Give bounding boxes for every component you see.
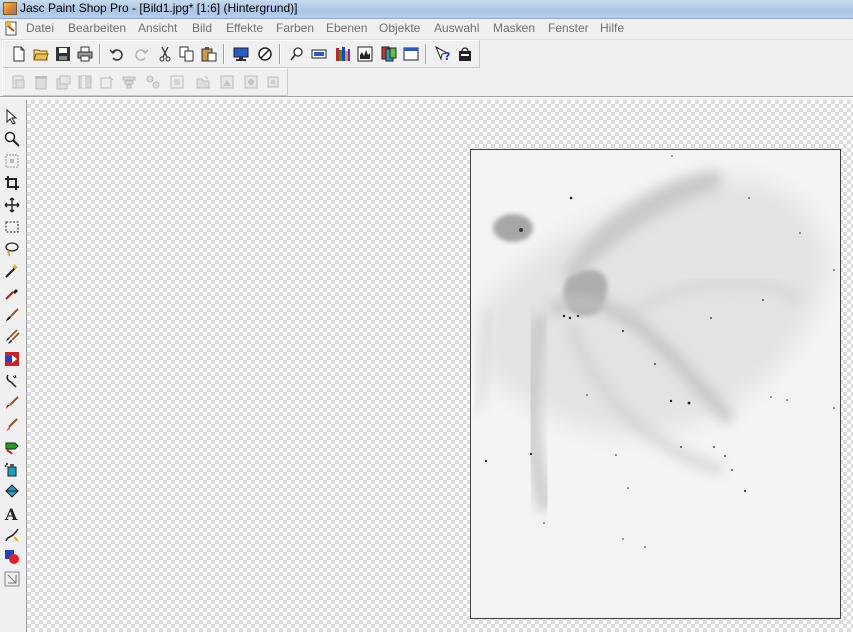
- web-tool-2-icon[interactable]: [31, 72, 51, 92]
- web-tool-9-icon[interactable]: [193, 72, 213, 92]
- object-selector-icon[interactable]: [2, 569, 22, 589]
- app-icon[interactable]: [3, 2, 17, 15]
- browse-icon[interactable]: [231, 44, 251, 64]
- redo-icon[interactable]: [131, 44, 151, 64]
- draw-icon[interactable]: [2, 525, 22, 545]
- text-icon[interactable]: A: [2, 503, 22, 523]
- histogram-icon[interactable]: [333, 44, 353, 64]
- arrow-icon[interactable]: [2, 107, 22, 127]
- paintbrush-icon[interactable]: [2, 305, 22, 325]
- copy-icon[interactable]: [177, 44, 197, 64]
- web-tool-1-icon[interactable]: [9, 72, 29, 92]
- web-tool-10-icon[interactable]: [217, 72, 237, 92]
- menu-fenster[interactable]: Fenster: [548, 21, 589, 35]
- zoom-icon[interactable]: [287, 44, 307, 64]
- menu-bild[interactable]: Bild: [192, 21, 212, 35]
- new-file-icon[interactable]: [9, 44, 29, 64]
- selection-icon[interactable]: [2, 217, 22, 237]
- dropper-icon[interactable]: [2, 283, 22, 303]
- menu-hilfe[interactable]: Hilfe: [600, 21, 624, 35]
- color-replacer-icon[interactable]: [2, 349, 22, 369]
- layer-palette-icon[interactable]: [379, 44, 399, 64]
- color-palette-icon[interactable]: [355, 44, 375, 64]
- web-tool-11-icon[interactable]: [241, 72, 261, 92]
- toolbar-separator: [425, 44, 427, 64]
- web-tool-3-icon[interactable]: [53, 72, 73, 92]
- menu-effekte[interactable]: Effekte: [226, 21, 263, 35]
- print-icon[interactable]: [75, 44, 95, 64]
- svg-text:?: ?: [444, 50, 450, 62]
- magic-wand-icon[interactable]: [2, 261, 22, 281]
- retouch-icon[interactable]: [2, 371, 22, 391]
- menu-farben[interactable]: Farben: [276, 21, 314, 35]
- web-tool-5-icon[interactable]: [97, 72, 117, 92]
- web-tool-7-icon[interactable]: [143, 72, 163, 92]
- window-title: Jasc Paint Shop Pro - [Bild1.jpg* [1:6] …: [20, 1, 298, 15]
- help-icon[interactable]: ?: [433, 44, 453, 64]
- menu-ansicht[interactable]: Ansicht: [138, 21, 177, 35]
- freehand-selection-icon[interactable]: [2, 239, 22, 259]
- deform-icon[interactable]: [2, 151, 22, 171]
- cut-icon[interactable]: [155, 44, 175, 64]
- shop-icon[interactable]: [455, 44, 475, 64]
- title-bar: Jasc Paint Shop Pro - [Bild1.jpg* [1:6] …: [0, 0, 853, 19]
- zoom-tool-icon[interactable]: [2, 129, 22, 149]
- menu-auswahl[interactable]: Auswahl: [434, 21, 479, 35]
- crop-icon[interactable]: [2, 173, 22, 193]
- tool-palette: A: [0, 100, 27, 632]
- paste-icon[interactable]: [199, 44, 219, 64]
- flood-fill-icon[interactable]: [2, 481, 22, 501]
- toolbar-separator: [99, 44, 101, 64]
- web-tool-12-icon[interactable]: [263, 72, 283, 92]
- web-tool-4-icon[interactable]: [75, 72, 95, 92]
- scratch-remover-icon[interactable]: [2, 393, 22, 413]
- undo-icon[interactable]: [107, 44, 127, 64]
- menu-datei[interactable]: Datei: [26, 21, 54, 35]
- toolbar-separator: [279, 44, 281, 64]
- clone-brush-icon[interactable]: [2, 327, 22, 347]
- open-folder-icon[interactable]: [31, 44, 51, 64]
- image-canvas[interactable]: [470, 149, 841, 619]
- mover-icon[interactable]: [2, 195, 22, 215]
- menu-ebenen[interactable]: Ebenen: [326, 21, 367, 35]
- svg-text:A: A: [4, 505, 18, 521]
- menu-bearbeiten[interactable]: Bearbeiten: [68, 21, 126, 35]
- toolbar-divider: [0, 96, 853, 98]
- status-bar-icon[interactable]: [401, 44, 421, 64]
- image-workspace: [27, 100, 853, 632]
- picture-tube-icon[interactable]: [2, 437, 22, 457]
- web-toolbar: [2, 68, 288, 96]
- toolbar-separator: [223, 44, 225, 64]
- preset-shapes-icon[interactable]: [2, 547, 22, 567]
- menu-masken[interactable]: Masken: [493, 21, 535, 35]
- standard-toolbar: ?: [2, 40, 480, 68]
- web-tool-8-icon[interactable]: [167, 72, 187, 92]
- menu-bar: Datei Bearbeiten Ansicht Bild Effekte Fa…: [0, 19, 853, 40]
- web-tool-6-icon[interactable]: [119, 72, 139, 92]
- save-icon[interactable]: [53, 44, 73, 64]
- cancel-icon[interactable]: [255, 44, 275, 64]
- menu-objekte[interactable]: Objekte: [379, 21, 420, 35]
- eraser-icon[interactable]: [2, 415, 22, 435]
- document-icon[interactable]: [4, 21, 19, 36]
- overview-icon[interactable]: [309, 44, 329, 64]
- airbrush-icon[interactable]: [2, 459, 22, 479]
